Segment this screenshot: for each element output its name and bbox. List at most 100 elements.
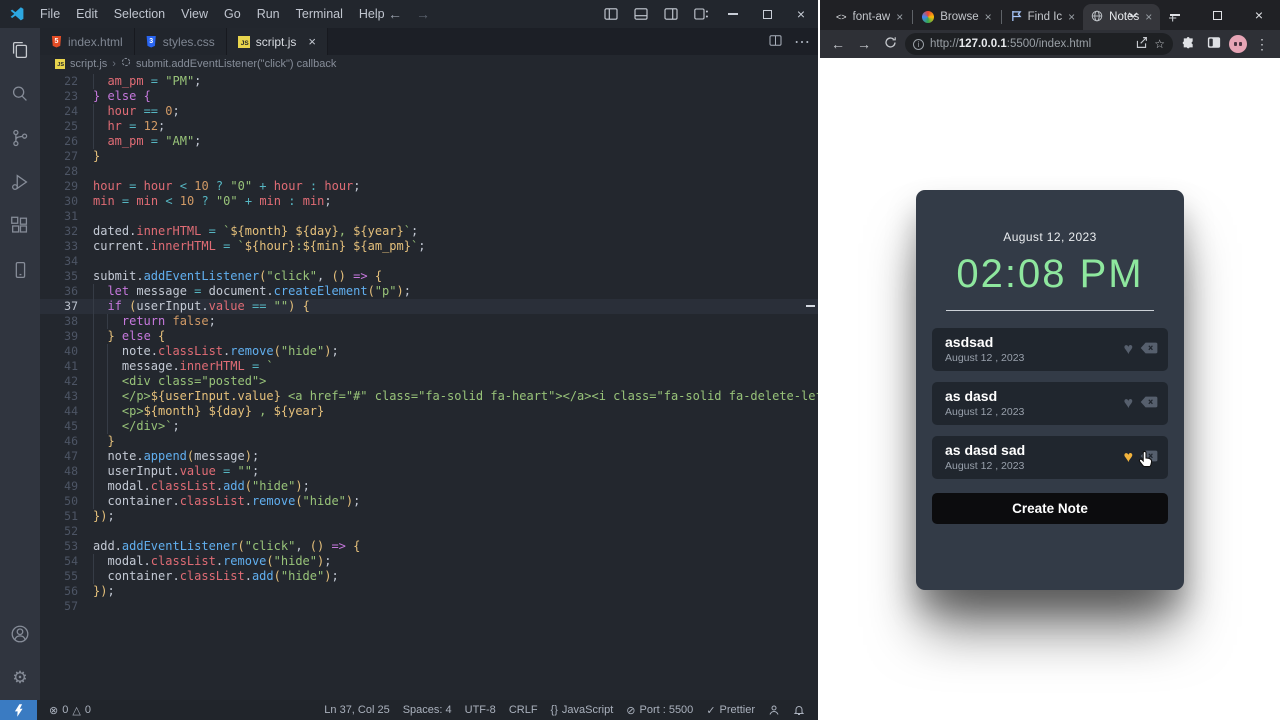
heart-icon[interactable]: ♥ (1124, 449, 1134, 466)
tab-index-html[interactable]: 5 index.html (40, 28, 135, 55)
cursor-position[interactable]: Ln 37, Col 25 (324, 704, 389, 716)
tab-script-js[interactable]: JS script.js × (226, 28, 328, 55)
prettier-status[interactable]: ✓ Prettier (706, 704, 755, 717)
minimize-button[interactable] (716, 0, 750, 28)
browser-tab-browse[interactable]: Browse × (914, 4, 999, 30)
share-icon[interactable] (1135, 36, 1148, 52)
code-line[interactable]: 34 (40, 254, 818, 269)
side-panel-icon[interactable] (1203, 36, 1225, 52)
code-line[interactable]: 54 modal.classList.remove("hide"); (40, 554, 818, 569)
toggle-panel-icon[interactable] (626, 0, 656, 28)
code-line[interactable]: 48 userInput.value = ""; (40, 464, 818, 479)
run-debug-icon[interactable] (0, 160, 40, 204)
browser-maximize-button[interactable] (1196, 0, 1238, 30)
code-editor[interactable]: 22 am_pm = "PM"; 23} else {24 hour == 0; 25 h… (40, 72, 818, 700)
code-line[interactable]: 32 dated.innerHTML = `${month} ${day}, ${… (40, 224, 818, 239)
menu-selection[interactable]: Selection (106, 0, 173, 28)
menu-file[interactable]: File (32, 0, 68, 28)
language-mode[interactable]: {} JavaScript (551, 704, 614, 716)
code-line[interactable]: 47 note.append(message); (40, 449, 818, 464)
code-line[interactable]: 45 </div>`; (40, 419, 818, 434)
extensions-icon[interactable] (0, 204, 40, 248)
code-line[interactable]: 53 add.addEventListener("click", () => { (40, 539, 818, 554)
tab-close-icon[interactable]: × (308, 34, 316, 49)
tab-search-chevron-icon[interactable] (1112, 0, 1154, 30)
menu-run[interactable]: Run (249, 0, 288, 28)
notifications-bell-icon[interactable] (793, 704, 805, 716)
maximize-button[interactable] (750, 0, 784, 28)
heart-icon[interactable]: ♥ (1124, 395, 1134, 412)
code-line[interactable]: 39} else { (40, 329, 818, 344)
problems-indicator[interactable]: ⊗ 0 △ 0 (49, 704, 91, 717)
source-control-icon[interactable] (0, 116, 40, 160)
code-line[interactable]: 33 current.innerHTML = `${hour}:${min} ${… (40, 239, 818, 254)
menu-edit[interactable]: Edit (68, 0, 106, 28)
indentation[interactable]: Spaces: 4 (403, 704, 452, 716)
tab-close-icon[interactable]: × (1068, 10, 1075, 24)
reload-icon[interactable] (879, 36, 901, 52)
bookmark-star-icon[interactable]: ☆ (1154, 37, 1165, 51)
tab-close-icon[interactable]: × (985, 10, 992, 24)
code-line[interactable]: 35 submit.addEventListener("click", () =>… (40, 269, 818, 284)
settings-gear-icon[interactable]: ⚙ (0, 656, 40, 700)
live-server-port[interactable]: ⊘ Port : 5500 (626, 704, 693, 717)
browser-minimize-button[interactable] (1154, 0, 1196, 30)
address-bar[interactable]: i http://127.0.0.1:5500/index.html ☆ (905, 33, 1173, 55)
code-line[interactable]: 24 hour == 0; (40, 104, 818, 119)
code-line[interactable]: 27} (40, 149, 818, 164)
toggle-secondary-sidebar-icon[interactable] (656, 0, 686, 28)
split-editor-icon[interactable] (769, 33, 782, 51)
more-actions-icon[interactable]: ⋯ (794, 32, 810, 52)
close-button[interactable]: × (784, 0, 818, 28)
eol-sequence[interactable]: CRLF (509, 704, 538, 716)
browser-tab-font-awesome[interactable]: <> font-aw × (828, 4, 911, 30)
code-line[interactable]: 28 (40, 164, 818, 179)
browser-menu-icon[interactable]: ⋮ (1251, 36, 1273, 53)
toggle-sidebar-icon[interactable] (596, 0, 626, 28)
browser-back-icon[interactable]: ← (827, 36, 849, 52)
code-line[interactable]: 36 let message = document.createElement("… (40, 284, 818, 299)
code-line[interactable]: 52 (40, 524, 818, 539)
code-line[interactable]: 49 modal.classList.add("hide"); (40, 479, 818, 494)
menu-view[interactable]: View (173, 0, 216, 28)
delete-left-icon[interactable] (1140, 395, 1158, 413)
code-line[interactable]: 55 container.classList.add("hide"); (40, 569, 818, 584)
profile-avatar[interactable] (1229, 35, 1247, 53)
site-info-icon[interactable]: i (913, 38, 924, 50)
code-line[interactable]: 38 return false; (40, 314, 818, 329)
code-line[interactable]: 23} else { (40, 89, 818, 104)
remote-indicator[interactable] (0, 700, 37, 720)
code-line[interactable]: 44 <p>${month} ${day} , ${year} (40, 404, 818, 419)
nav-back-icon[interactable]: ← (388, 0, 402, 28)
feedback-icon[interactable] (768, 704, 780, 716)
code-line[interactable]: 37 if (userInput.value == "") { (40, 299, 818, 314)
encoding[interactable]: UTF-8 (465, 704, 496, 716)
code-line[interactable]: 22 am_pm = "PM"; (40, 74, 818, 89)
account-icon[interactable] (0, 612, 40, 656)
code-line[interactable]: 56}); (40, 584, 818, 599)
code-line[interactable]: 46} (40, 434, 818, 449)
nav-forward-icon[interactable]: → (416, 0, 430, 28)
browser-tab-find-icons[interactable]: Find Ic × (1003, 4, 1084, 30)
browser-close-button[interactable]: × (1238, 0, 1280, 30)
create-note-button[interactable]: Create Note (932, 493, 1168, 524)
search-icon[interactable] (0, 72, 40, 116)
code-line[interactable]: 57 (40, 599, 818, 614)
code-line[interactable]: 51}); (40, 509, 818, 524)
code-line[interactable]: 41 message.innerHTML = ` (40, 359, 818, 374)
browser-forward-icon[interactable]: → (853, 36, 875, 52)
explorer-icon[interactable] (0, 28, 40, 72)
breadcrumb[interactable]: JS script.js › submit.addEventListener("… (40, 55, 818, 72)
code-line[interactable]: 50 container.classList.remove("hide"); (40, 494, 818, 509)
menu-help[interactable]: Help (351, 0, 393, 28)
delete-left-icon[interactable] (1140, 341, 1158, 359)
code-line[interactable]: 26 am_pm = "AM"; (40, 134, 818, 149)
code-line[interactable]: 31 (40, 209, 818, 224)
code-line[interactable]: 29 hour = hour < 10 ? "0" + hour : hour; (40, 179, 818, 194)
code-line[interactable]: 42 <div class="posted"> (40, 374, 818, 389)
heart-icon[interactable]: ♥ (1124, 341, 1134, 358)
code-line[interactable]: 30 min = min < 10 ? "0" + min : min; (40, 194, 818, 209)
tab-close-icon[interactable]: × (896, 10, 903, 24)
code-line[interactable]: 40 note.classList.remove("hide"); (40, 344, 818, 359)
extensions-puzzle-icon[interactable] (1177, 36, 1199, 53)
